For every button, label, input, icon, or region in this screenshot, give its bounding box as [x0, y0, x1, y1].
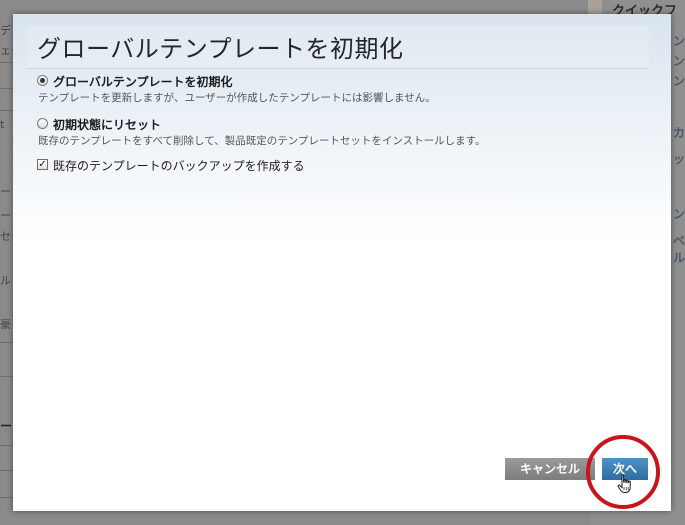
background-fragment: ー: [0, 209, 11, 222]
background-divider: [0, 445, 13, 446]
background-divider: [0, 497, 13, 498]
background-fragment: ー: [0, 185, 11, 198]
background-fragment: ベル: [673, 234, 685, 265]
option-description: 既存のテンプレートをすべて削除して、製品既定のテンプレートセットをインストールし…: [38, 135, 486, 147]
background-divider: [0, 376, 13, 377]
background-divider: [0, 88, 13, 89]
reset-templates-dialog: グローバルテンプレートを初期化 グローバルテンプレートを初期化 テンプレートを更…: [13, 14, 671, 511]
hand-pointer-icon: [617, 474, 631, 493]
background-fragment: ン: [673, 207, 685, 221]
background-fragment: t: [0, 118, 5, 131]
backup-checkbox[interactable]: ✓: [37, 159, 48, 170]
radio-button-checked[interactable]: [37, 75, 48, 86]
background-divider: [0, 342, 13, 343]
backup-checkbox-label[interactable]: 既存のテンプレートのバックアップを作成する: [53, 157, 305, 174]
background-divider: [0, 110, 13, 111]
background-fragment: ン: [673, 54, 685, 68]
cancel-button[interactable]: キャンセル: [505, 458, 595, 480]
option-label[interactable]: グローバルテンプレートを初期化: [53, 73, 233, 90]
option-description: テンプレートを更新しますが、ユーザーが作成したテンプレートには影響しません。: [38, 92, 436, 104]
background-fragment: カ: [673, 126, 685, 140]
background-square: [588, 0, 602, 14]
background-fragment: 豪: [0, 318, 11, 331]
background-divider: [0, 62, 13, 63]
radio-button-unchecked[interactable]: [37, 118, 48, 129]
background-fragment: ン: [673, 74, 685, 88]
background-divider: [0, 470, 13, 471]
background-fragment: ッ: [673, 152, 685, 166]
dialog-title: グローバルテンプレートを初期化: [37, 35, 404, 63]
background-fragment: ン: [673, 34, 685, 48]
option-label[interactable]: 初期状態にリセット: [53, 116, 161, 133]
